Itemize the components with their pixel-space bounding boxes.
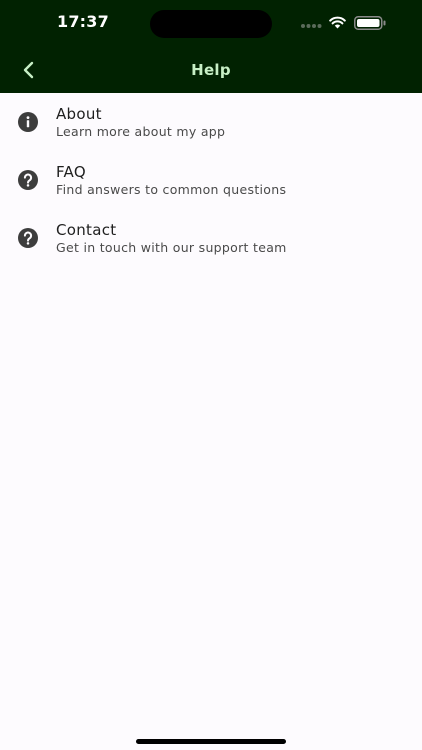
help-item-about[interactable]: About Learn more about my app bbox=[0, 93, 422, 151]
battery-icon bbox=[354, 16, 386, 30]
question-icon bbox=[18, 170, 38, 190]
cellular-signal-icon bbox=[301, 24, 322, 28]
app-header: 17:37 Help bbox=[0, 0, 422, 93]
info-icon bbox=[18, 112, 38, 132]
help-item-title: FAQ bbox=[56, 163, 86, 181]
help-item-title: Contact bbox=[56, 221, 117, 239]
dynamic-island bbox=[150, 10, 272, 38]
home-indicator[interactable] bbox=[136, 739, 286, 744]
status-time: 17:37 bbox=[57, 12, 109, 31]
help-list: About Learn more about my app FAQ Find a… bbox=[0, 93, 422, 267]
help-item-faq[interactable]: FAQ Find answers to common questions bbox=[0, 151, 422, 209]
help-item-subtitle: Learn more about my app bbox=[56, 124, 226, 139]
help-item-subtitle: Get in touch with our support team bbox=[56, 240, 287, 255]
question-icon bbox=[18, 228, 38, 248]
wifi-icon bbox=[329, 16, 346, 29]
help-item-subtitle: Find answers to common questions bbox=[56, 182, 287, 197]
page-title: Help bbox=[191, 61, 231, 79]
help-item-contact[interactable]: Contact Get in touch with our support te… bbox=[0, 209, 422, 267]
help-item-title: About bbox=[56, 105, 102, 123]
